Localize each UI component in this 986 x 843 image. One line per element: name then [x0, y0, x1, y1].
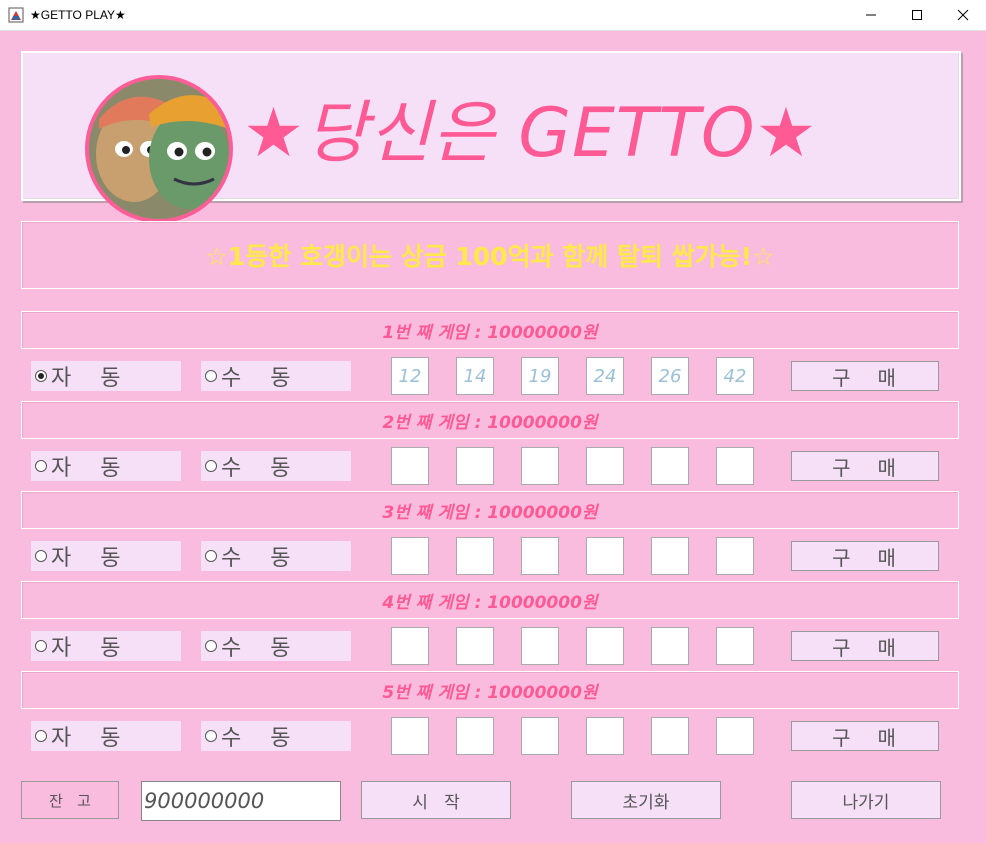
game-header-1: 1번 째 게임 : 10000000원	[21, 311, 959, 349]
radio-dot	[205, 730, 217, 742]
number-field[interactable]: 12	[391, 357, 429, 395]
number-field[interactable]	[651, 537, 689, 575]
banner: ★당신은 GETTO★	[21, 51, 961, 223]
number-field[interactable]	[586, 717, 624, 755]
number-field[interactable]	[391, 447, 429, 485]
auto-label: 자 동	[51, 726, 123, 751]
manual-label: 수 동	[221, 636, 293, 661]
number-field[interactable]	[391, 627, 429, 665]
close-icon	[957, 9, 969, 21]
radio-dot	[35, 370, 47, 382]
radio-dot	[205, 550, 217, 562]
notice-panel: ☆1등한 호갱이는 상금 100억과 함께 탈퇴 쌉가능!☆	[21, 221, 959, 289]
number-field[interactable]	[716, 627, 754, 665]
game-header-2: 2번 째 게임 : 10000000원	[21, 401, 959, 439]
manual-label: 수 동	[221, 546, 293, 571]
number-field[interactable]	[521, 537, 559, 575]
number-field[interactable]	[456, 717, 494, 755]
game-header-5: 5번 째 게임 : 10000000원	[21, 671, 959, 709]
number-field[interactable]	[456, 447, 494, 485]
number-field[interactable]: 26	[651, 357, 689, 395]
game-header-text: 4번 째 게임 : 10000000원	[382, 592, 598, 613]
number-field[interactable]	[716, 447, 754, 485]
number-field[interactable]	[521, 627, 559, 665]
window-title: ★GETTO PLAY★	[30, 8, 126, 22]
avatar	[85, 75, 233, 223]
manual-radio-2[interactable]: 수 동	[201, 451, 351, 481]
number-field[interactable]	[651, 627, 689, 665]
buy-button-3[interactable]: 구 매	[791, 541, 939, 571]
number-field[interactable]	[456, 627, 494, 665]
number-field[interactable]	[651, 717, 689, 755]
game-header-text: 2번 째 게임 : 10000000원	[382, 412, 598, 433]
radio-dot	[35, 550, 47, 562]
number-field[interactable]: 24	[586, 357, 624, 395]
manual-radio-5[interactable]: 수 동	[201, 721, 351, 751]
manual-label: 수 동	[221, 726, 293, 751]
radio-dot	[35, 460, 47, 472]
number-field[interactable]	[521, 717, 559, 755]
auto-radio-2[interactable]: 자 동	[31, 451, 181, 481]
auto-radio-3[interactable]: 자 동	[31, 541, 181, 571]
manual-label: 수 동	[221, 366, 293, 391]
auto-label: 자 동	[51, 636, 123, 661]
minimize-button[interactable]	[848, 0, 894, 30]
start-button[interactable]: 시 작	[361, 781, 511, 819]
radio-dot	[205, 640, 217, 652]
game-header-3: 3번 째 게임 : 10000000원	[21, 491, 959, 529]
title-bar: ★GETTO PLAY★	[0, 0, 986, 31]
auto-label: 자 동	[51, 456, 123, 481]
number-field[interactable]	[586, 537, 624, 575]
manual-radio-4[interactable]: 수 동	[201, 631, 351, 661]
maximize-button[interactable]	[894, 0, 940, 30]
manual-radio-3[interactable]: 수 동	[201, 541, 351, 571]
buy-button-2[interactable]: 구 매	[791, 451, 939, 481]
auto-radio-4[interactable]: 자 동	[31, 631, 181, 661]
number-field[interactable]	[586, 627, 624, 665]
radio-dot	[205, 460, 217, 472]
number-field[interactable]	[521, 447, 559, 485]
number-field[interactable]	[391, 537, 429, 575]
number-field[interactable]	[456, 537, 494, 575]
number-field[interactable]: 14	[456, 357, 494, 395]
banner-title: ★당신은 GETTO★	[243, 94, 818, 173]
app-icon	[8, 7, 24, 23]
auto-radio-5[interactable]: 자 동	[31, 721, 181, 751]
buy-button-1[interactable]: 구 매	[791, 361, 939, 391]
number-field[interactable]: 19	[521, 357, 559, 395]
auto-label: 자 동	[51, 546, 123, 571]
manual-radio-1[interactable]: 수 동	[201, 361, 351, 391]
number-field[interactable]: 42	[716, 357, 754, 395]
number-field[interactable]	[651, 447, 689, 485]
game-header-text: 3번 째 게임 : 10000000원	[382, 502, 598, 523]
auto-radio-1[interactable]: 자 동	[31, 361, 181, 391]
game-header-4: 4번 째 게임 : 10000000원	[21, 581, 959, 619]
game-header-text: 1번 째 게임 : 10000000원	[382, 322, 598, 343]
number-field[interactable]	[586, 447, 624, 485]
radio-dot	[35, 730, 47, 742]
number-field[interactable]	[716, 717, 754, 755]
auto-label: 자 동	[51, 366, 123, 391]
game-header-text: 5번 째 게임 : 10000000원	[382, 682, 598, 703]
radio-dot	[205, 370, 217, 382]
reset-button[interactable]: 초기화	[571, 781, 721, 819]
balance-label: 잔 고	[21, 781, 119, 819]
number-field[interactable]	[391, 717, 429, 755]
exit-button[interactable]: 나가기	[791, 781, 941, 819]
close-button[interactable]	[940, 0, 986, 30]
minimize-icon	[866, 14, 876, 16]
balance-field[interactable]: 900000000	[141, 781, 341, 821]
radio-dot	[35, 640, 47, 652]
number-field[interactable]	[716, 537, 754, 575]
maximize-icon	[912, 10, 922, 20]
buy-button-5[interactable]: 구 매	[791, 721, 939, 751]
manual-label: 수 동	[221, 456, 293, 481]
buy-button-4[interactable]: 구 매	[791, 631, 939, 661]
avatar-image	[89, 79, 229, 219]
notice-text: ☆1등한 호갱이는 상금 100억과 함께 탈퇴 쌉가능!☆	[205, 242, 775, 271]
main-panel: ★당신은 GETTO★ ☆1등한 호갱이는 상금 100억과 함께 탈퇴 쌉가능…	[1, 31, 985, 842]
